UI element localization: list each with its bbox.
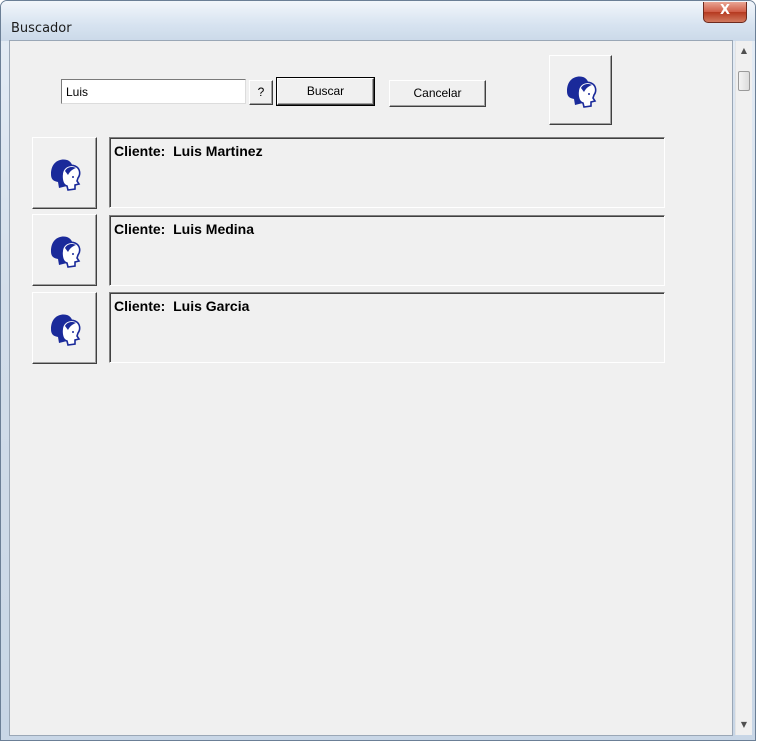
search-input[interactable]	[61, 79, 246, 104]
cancelar-button[interactable]: Cancelar	[389, 80, 486, 107]
result-text: Cliente: Luis Martinez	[114, 143, 263, 159]
result-icon-button[interactable]	[32, 292, 97, 364]
result-icon-button[interactable]	[32, 137, 97, 209]
people-icon	[50, 159, 80, 191]
people-icon	[50, 236, 80, 268]
people-icon	[50, 314, 80, 346]
result-panel[interactable]: Cliente: Luis Garcia	[109, 292, 665, 363]
buscador-window: Buscador X ▲ ▼	[0, 0, 756, 741]
scroll-thumb[interactable]	[738, 71, 750, 91]
scroll-down-arrow[interactable]: ▼	[736, 717, 752, 733]
buscar-button[interactable]: Buscar	[276, 77, 375, 106]
result-text: Cliente: Luis Garcia	[114, 298, 250, 314]
window-title: Buscador	[11, 21, 72, 36]
vertical-scrollbar[interactable]: ▲ ▼	[735, 41, 752, 735]
result-panel[interactable]: Cliente: Luis Martinez	[109, 137, 665, 208]
people-icon	[566, 76, 596, 108]
close-button[interactable]: X	[703, 2, 747, 23]
clients-button[interactable]	[549, 55, 612, 125]
scroll-up-arrow[interactable]: ▲	[736, 43, 752, 59]
result-panel[interactable]: Cliente: Luis Medina	[109, 215, 665, 286]
result-icon-button[interactable]	[32, 214, 97, 286]
result-text: Cliente: Luis Medina	[114, 221, 255, 237]
help-button[interactable]: ?	[249, 80, 273, 105]
title-bar[interactable]: Buscador X	[1, 1, 755, 41]
